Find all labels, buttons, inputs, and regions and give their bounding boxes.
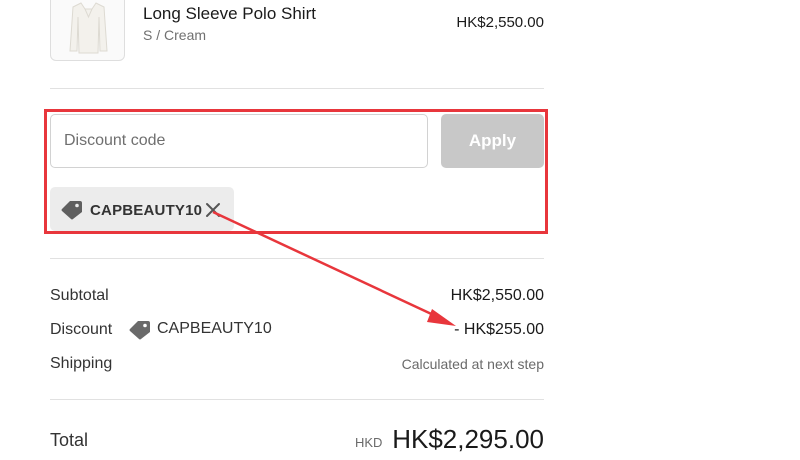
annotation-arrow xyxy=(212,210,456,326)
